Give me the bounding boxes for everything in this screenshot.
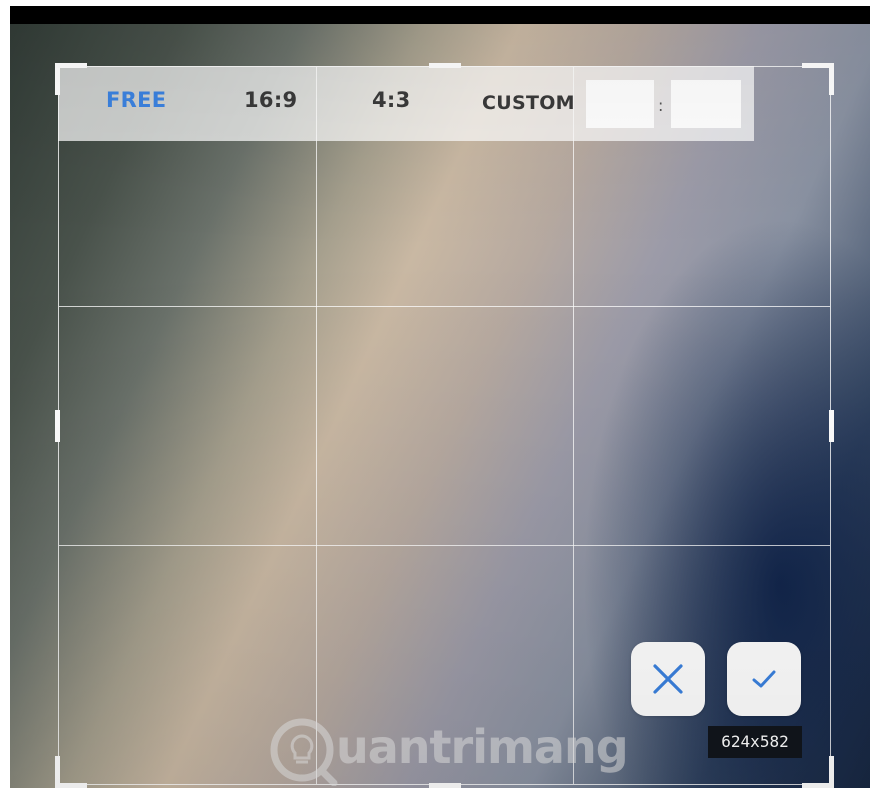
- crop-area[interactable]: [55, 63, 834, 788]
- grid-line-vertical-2: [573, 67, 574, 784]
- ratio-option-custom[interactable]: CUSTOM: [482, 92, 575, 114]
- ratio-option-16-9[interactable]: 16:9: [244, 88, 297, 112]
- checkmark-icon: [752, 670, 776, 688]
- confirm-crop-button[interactable]: [727, 642, 801, 716]
- lightbulb-logo-icon: [270, 718, 338, 786]
- crop-editor: FREE 16:9 4:3 CUSTOM : uantrimang 624x58…: [0, 0, 870, 794]
- crop-handle-top-right[interactable]: [802, 63, 834, 95]
- top-bar: [10, 6, 870, 24]
- aspect-ratio-toolbar: FREE 16:9 4:3 CUSTOM :: [58, 66, 754, 141]
- crop-handle-right[interactable]: [829, 410, 834, 442]
- crop-handle-bottom[interactable]: [429, 783, 461, 788]
- crop-handle-bottom-left[interactable]: [55, 756, 87, 788]
- crop-handle-top[interactable]: [429, 63, 461, 68]
- crop-size-label: 624x582: [708, 726, 802, 758]
- cancel-crop-button[interactable]: [631, 642, 705, 716]
- crop-handle-bottom-right[interactable]: [802, 756, 834, 788]
- grid-line-vertical-1: [316, 67, 317, 784]
- image-canvas: FREE 16:9 4:3 CUSTOM : uantrimang 624x58…: [10, 24, 870, 788]
- close-icon: [653, 664, 683, 694]
- custom-ratio-separator: :: [658, 96, 664, 115]
- custom-width-input[interactable]: [586, 80, 654, 128]
- ratio-option-free[interactable]: FREE: [106, 88, 166, 112]
- crop-handle-top-left[interactable]: [55, 63, 87, 95]
- custom-height-input[interactable]: [671, 80, 741, 128]
- watermark: uantrimang: [268, 714, 658, 788]
- grid-line-horizontal-1: [59, 306, 830, 307]
- grid-line-horizontal-2: [59, 545, 830, 546]
- ratio-option-4-3[interactable]: 4:3: [372, 88, 411, 112]
- watermark-text: uantrimang: [336, 720, 629, 774]
- crop-handle-left[interactable]: [55, 410, 60, 442]
